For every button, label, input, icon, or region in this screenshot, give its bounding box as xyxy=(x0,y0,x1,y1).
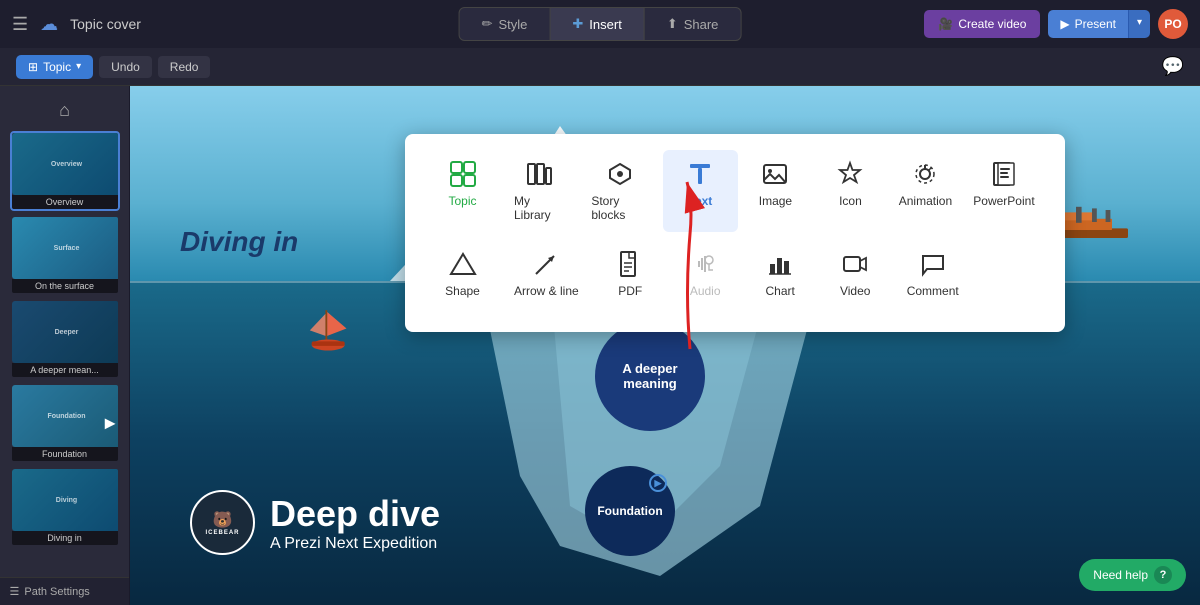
library-menu-icon xyxy=(523,160,555,188)
powerpoint-menu-label: PowerPoint xyxy=(973,194,1034,208)
image-menu-label: Image xyxy=(759,194,792,208)
diving-in-text: Diving in xyxy=(180,226,298,258)
library-menu-label: My Library xyxy=(514,194,563,222)
slide-thumb-4[interactable]: 4 Diving Diving in xyxy=(10,467,120,547)
topic-button[interactable]: ⊞ Topic ▾ xyxy=(16,55,93,79)
menu-item-image[interactable]: Image xyxy=(738,150,813,232)
menu-item-comment[interactable]: Comment xyxy=(893,240,973,308)
image-menu-icon xyxy=(759,160,791,188)
present-button[interactable]: ▶ Present xyxy=(1048,10,1128,38)
menu-item-animation[interactable]: Animation xyxy=(888,150,963,232)
animation-menu-label: Animation xyxy=(899,194,952,208)
powerpoint-menu-icon xyxy=(988,160,1020,188)
right-actions: 🎥 Create video ▶ Present ▾ PO xyxy=(924,9,1188,39)
insert-icon: ✚ xyxy=(572,16,583,32)
comment-icon[interactable]: 💬 xyxy=(1162,56,1184,77)
menu-item-library[interactable]: My Library xyxy=(500,150,577,232)
redo-button[interactable]: Redo xyxy=(158,56,211,78)
path-settings-icon: ☰ xyxy=(10,585,20,598)
tab-share[interactable]: ⬆ Share xyxy=(645,8,741,40)
video-menu-label: Video xyxy=(840,284,870,298)
tab-style[interactable]: ✏ Style xyxy=(460,8,551,40)
topic-dropdown-arrow[interactable]: ▾ xyxy=(76,61,81,72)
menu-item-audio[interactable]: Audio xyxy=(668,240,743,308)
icon-menu-icon xyxy=(834,160,866,188)
slide-thumb-3[interactable]: 3 Foundation Foundation ▶ xyxy=(10,383,120,463)
menu-item-powerpoint[interactable]: PowerPoint xyxy=(963,150,1045,232)
icon-menu-label: Icon xyxy=(839,194,862,208)
arrow-menu-label: Arrow & line xyxy=(514,284,579,298)
help-label: Need help xyxy=(1093,568,1148,582)
text-menu-icon xyxy=(684,160,716,188)
dropdown-row-1: Topic My Library xyxy=(425,150,1045,232)
menu-item-chart[interactable]: Chart xyxy=(743,240,818,308)
story-menu-icon xyxy=(604,160,636,188)
help-icon: ? xyxy=(1154,566,1172,584)
canvas-area[interactable]: Diving in On the surface A deeper meanin… xyxy=(130,86,1200,605)
document-title: Topic cover xyxy=(70,16,141,32)
menu-item-shape[interactable]: Shape xyxy=(425,240,500,308)
story-menu-label: Story blocks xyxy=(591,194,649,222)
title-area: 🐻 ICEBEAR Deep dive A Prezi Next Expedit… xyxy=(190,490,440,555)
pdf-menu-label: PDF xyxy=(618,284,642,298)
menu-item-topic[interactable]: Topic xyxy=(425,150,500,232)
center-tab-group: ✏ Style ✚ Insert ⬆ Share xyxy=(459,7,742,41)
hamburger-icon[interactable]: ☰ xyxy=(12,14,28,35)
slide-thumb-1[interactable]: 1 Surface On the surface xyxy=(10,215,120,295)
audio-menu-icon xyxy=(689,250,721,278)
menu-item-video[interactable]: Video xyxy=(818,240,893,308)
menu-item-icon[interactable]: Icon xyxy=(813,150,888,232)
deeper-circle[interactable]: A deeper meaning xyxy=(595,321,705,431)
animation-menu-icon xyxy=(909,160,941,188)
video-menu-icon xyxy=(839,250,871,278)
pdf-menu-icon xyxy=(614,250,646,278)
present-group: ▶ Present ▾ xyxy=(1048,10,1150,38)
sailboat-svg xyxy=(300,301,360,356)
share-icon: ⬆ xyxy=(667,16,678,32)
foundation-circle[interactable]: Foundation ▶ xyxy=(585,466,675,556)
chart-menu-icon xyxy=(764,250,796,278)
menu-item-pdf[interactable]: PDF xyxy=(593,240,668,308)
dropdown-row-2: Shape Arrow & line xyxy=(425,240,1045,308)
toolbar2: ⊞ Topic ▾ Undo Redo 💬 xyxy=(0,48,1200,86)
shape-menu-icon xyxy=(447,250,479,278)
cloud-icon: ☁ xyxy=(40,14,58,35)
home-icon-wrap[interactable]: ⌂ xyxy=(0,94,129,127)
chart-menu-label: Chart xyxy=(766,284,795,298)
path-settings[interactable]: ☰ Path Settings xyxy=(0,577,130,605)
topic-menu-icon xyxy=(447,160,479,188)
present-dropdown-arrow[interactable]: ▾ xyxy=(1128,10,1150,38)
topic-menu-label: Topic xyxy=(448,194,476,208)
slide-thumb-overview[interactable]: Overview Overview xyxy=(10,131,120,211)
slide-thumb-2[interactable]: 2 Deeper A deeper mean... xyxy=(10,299,120,379)
topic-icon: ⊞ xyxy=(28,60,38,74)
menu-item-arrow[interactable]: Arrow & line xyxy=(500,240,593,308)
text-menu-label: Text xyxy=(689,194,713,208)
home-icon: ⌂ xyxy=(59,100,70,121)
video-camera-icon: 🎥 xyxy=(938,17,953,31)
topbar: ☰ ☁ Topic cover ✏ Style ✚ Insert ⬆ Share… xyxy=(0,0,1200,48)
create-video-button[interactable]: 🎥 Create video xyxy=(924,10,1040,38)
style-icon: ✏ xyxy=(482,16,493,32)
insert-dropdown: Topic My Library xyxy=(405,134,1065,332)
arrow-menu-icon xyxy=(530,250,562,278)
main-title: Deep dive A Prezi Next Expedition xyxy=(270,493,440,553)
menu-item-story-blocks[interactable]: Story blocks xyxy=(577,150,663,232)
menu-item-text[interactable]: Text xyxy=(663,150,738,232)
comment-menu-label: Comment xyxy=(907,284,959,298)
audio-menu-label: Audio xyxy=(690,284,721,298)
main-area: ⌂ Overview Overview 1 Surface On the sur… xyxy=(0,86,1200,605)
avatar[interactable]: PO xyxy=(1158,9,1188,39)
undo-button[interactable]: Undo xyxy=(99,56,152,78)
logo-circle: 🐻 ICEBEAR xyxy=(190,490,255,555)
comment-menu-icon xyxy=(917,250,949,278)
shape-menu-label: Shape xyxy=(445,284,480,298)
play-icon: ▶ xyxy=(1060,17,1069,31)
tab-insert[interactable]: ✚ Insert xyxy=(550,8,644,40)
need-help-button[interactable]: Need help ? xyxy=(1079,559,1186,591)
play-icon-foundation: ▶ xyxy=(649,474,667,492)
sidebar: ⌂ Overview Overview 1 Surface On the sur… xyxy=(0,86,130,605)
slide-play-icon[interactable]: ▶ xyxy=(105,415,116,432)
